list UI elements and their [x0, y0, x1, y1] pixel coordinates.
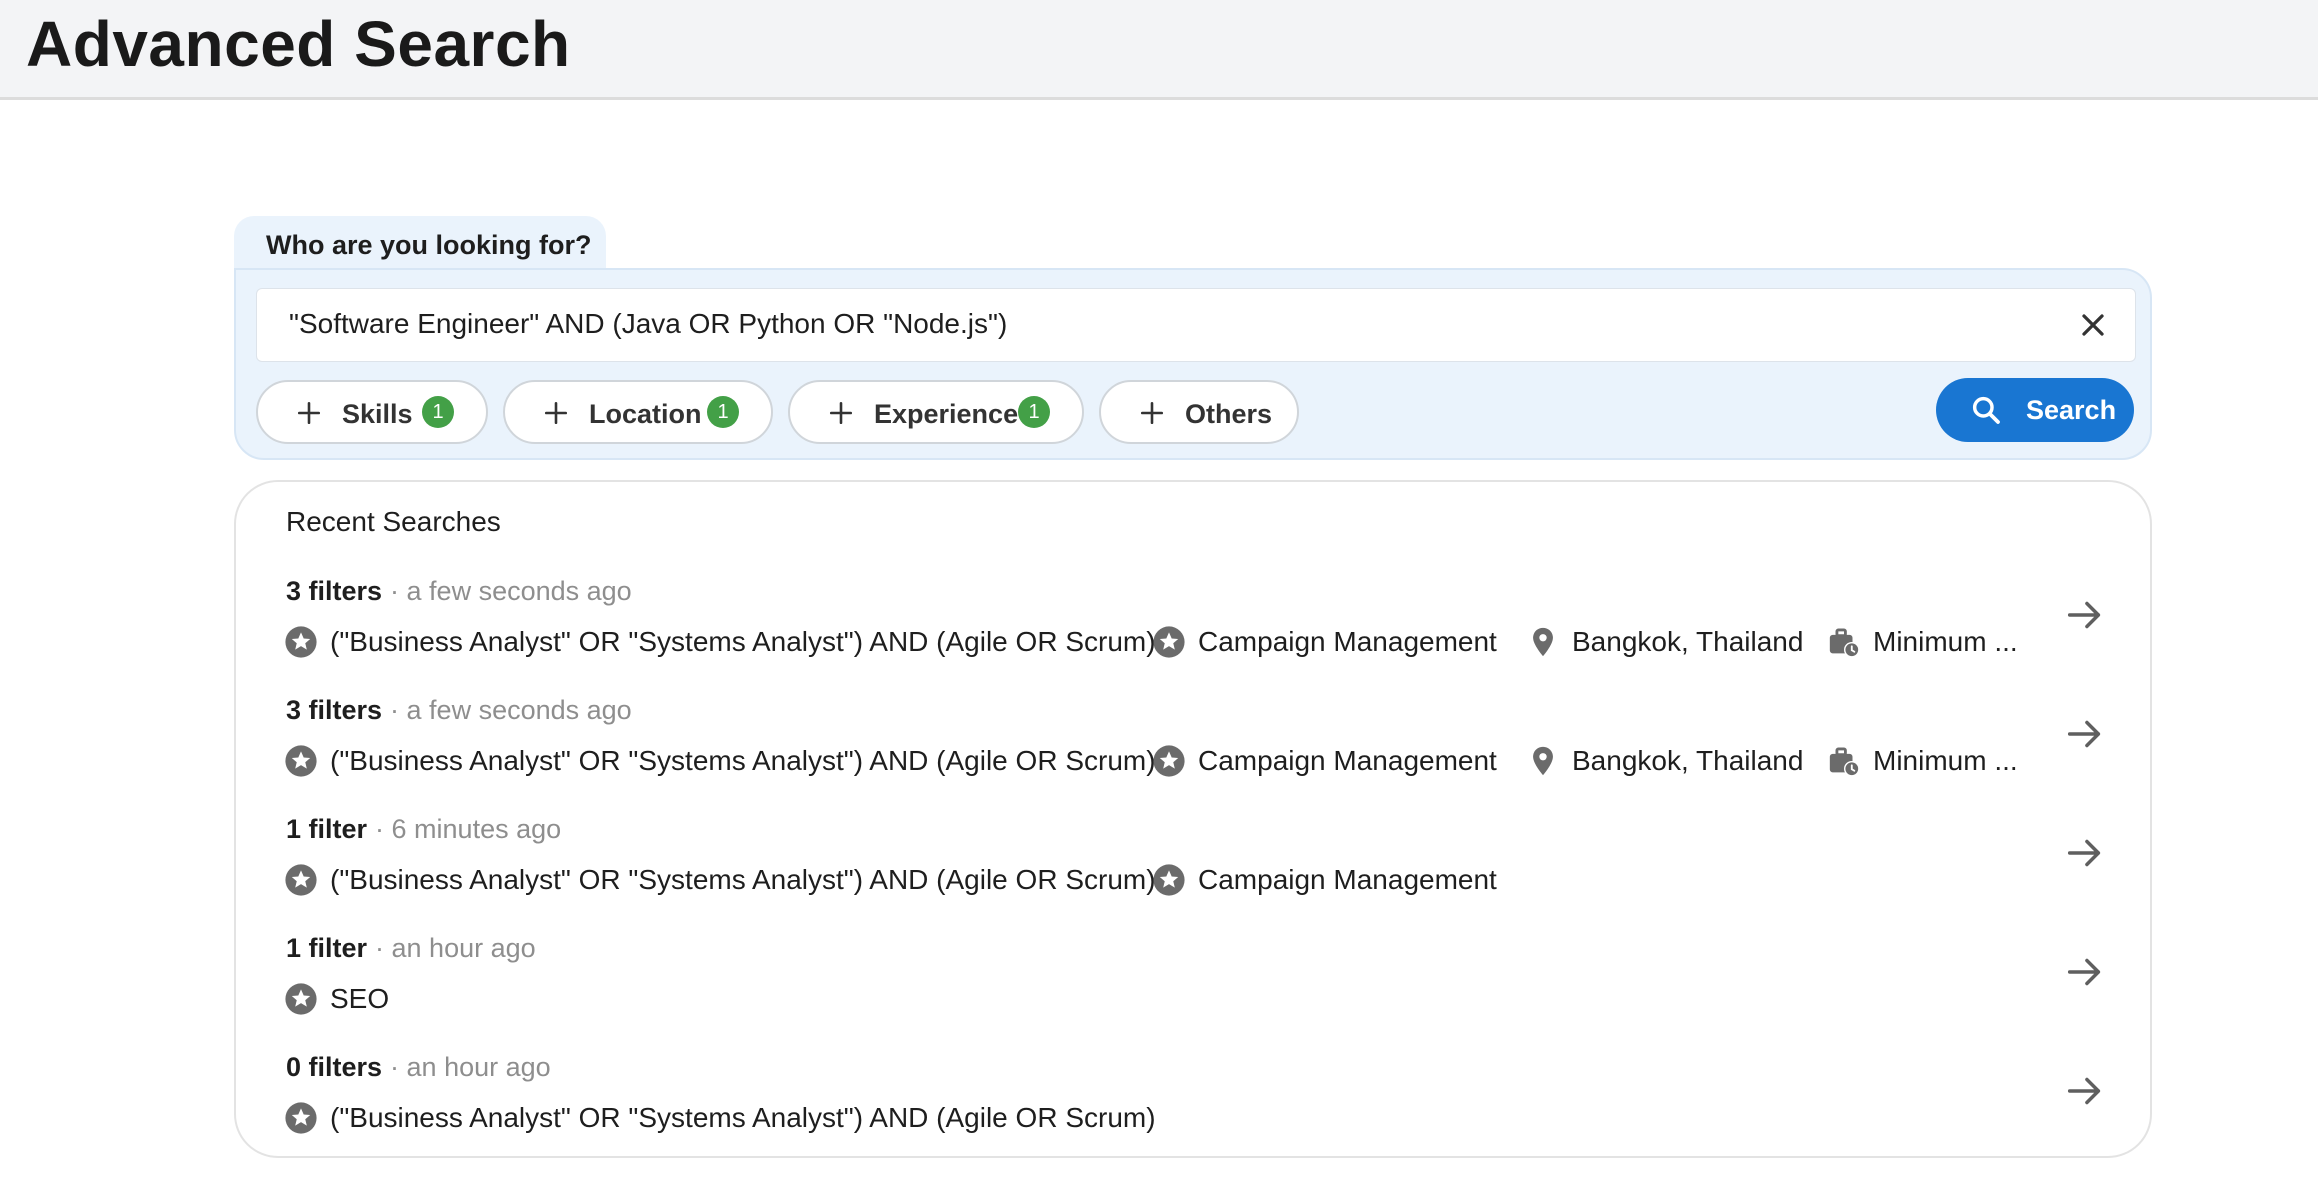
- location-pin-icon: [1533, 627, 1553, 657]
- filter-count-badge: 1: [1018, 396, 1050, 428]
- row-filter-list: ("Business Analyst" OR "Systems Analyst"…: [284, 741, 2074, 781]
- search-tab-label: Who are you looking for?: [266, 230, 592, 260]
- search-timestamp: · an hour ago: [375, 933, 536, 963]
- filter-summary-text: ("Business Analyst" OR "Systems Analyst"…: [330, 864, 1156, 895]
- chip-label: Others: [1185, 399, 1273, 429]
- filter-summary-text: Bangkok, Thailand: [1572, 626, 1804, 657]
- search-timestamp: · a few seconds ago: [390, 695, 632, 725]
- filter-summary-text: Minimum ...: [1873, 745, 2018, 776]
- search-panel: "Software Engineer" AND (Java OR Python …: [234, 268, 2152, 460]
- star-icon: [1153, 864, 1185, 896]
- location-filter-chip[interactable]: Location 1: [503, 380, 773, 444]
- filter-summary-text: Campaign Management: [1198, 864, 1497, 895]
- search-tab: Who are you looking for?: [234, 216, 606, 276]
- filter-count: 1 filter: [286, 933, 368, 963]
- search-timestamp: · an hour ago: [390, 1052, 551, 1082]
- briefcase-clock-icon: [1829, 628, 1860, 658]
- filter-summary-chip: Campaign Management: [1152, 860, 1497, 900]
- filter-summary-text: Campaign Management: [1198, 745, 1497, 776]
- filter-summary-text: ("Business Analyst" OR "Systems Analyst"…: [330, 1102, 1156, 1133]
- filter-summary-text: ("Business Analyst" OR "Systems Analyst"…: [330, 745, 1156, 776]
- row-meta: 1 filter · an hour ago: [286, 933, 536, 964]
- row-filter-list: ("Business Analyst" OR "Systems Analyst"…: [284, 860, 2074, 900]
- search-button[interactable]: Search: [1936, 378, 2134, 442]
- filter-summary-chip: ("Business Analyst" OR "Systems Analyst"…: [284, 860, 1156, 900]
- filter-summary-text: Campaign Management: [1198, 626, 1497, 657]
- star-icon: [285, 745, 317, 777]
- filter-summary-chip: ("Business Analyst" OR "Systems Analyst"…: [284, 1098, 1156, 1138]
- filter-count: 3 filters: [286, 576, 383, 606]
- filter-summary-chip: Minimum ...: [1827, 741, 2018, 781]
- search-icon: [1972, 396, 2000, 424]
- recent-searches-title: Recent Searches: [286, 506, 501, 537]
- chip-label: Location: [589, 399, 702, 429]
- search-query-input[interactable]: "Software Engineer" AND (Java OR Python …: [256, 288, 2136, 362]
- others-filter-chip[interactable]: Others: [1099, 380, 1299, 444]
- row-meta: 1 filter · 6 minutes ago: [286, 814, 561, 845]
- chip-label: Experience: [874, 399, 1019, 429]
- filter-summary-chip: ("Business Analyst" OR "Systems Analyst"…: [284, 741, 1156, 781]
- filter-summary-chip: SEO: [284, 979, 389, 1019]
- arrow-right-icon[interactable]: [2062, 711, 2108, 757]
- row-filter-list: ("Business Analyst" OR "Systems Analyst"…: [284, 622, 2074, 662]
- filter-summary-chip: Campaign Management: [1152, 622, 1497, 662]
- filter-summary-chip: Campaign Management: [1152, 741, 1497, 781]
- star-icon: [285, 626, 317, 658]
- filter-count-badge: 1: [707, 396, 739, 428]
- row-filter-list: SEO: [284, 979, 2074, 1019]
- plus-icon: [297, 401, 321, 425]
- page-title: Advanced Search: [26, 8, 571, 80]
- plus-icon: [544, 401, 568, 425]
- filter-count: 1 filter: [286, 814, 368, 844]
- filter-count: 0 filters: [286, 1052, 383, 1082]
- star-icon: [1153, 626, 1185, 658]
- star-icon: [1153, 745, 1185, 777]
- skills-filter-chip[interactable]: Skills 1: [256, 380, 488, 444]
- plus-icon: [829, 401, 853, 425]
- briefcase-clock-icon: [1829, 747, 1860, 777]
- filter-summary-chip: Bangkok, Thailand: [1526, 741, 1803, 781]
- filter-summary-text: Bangkok, Thailand: [1572, 745, 1804, 776]
- filter-summary-text: Minimum ...: [1873, 626, 2018, 657]
- filter-summary-chip: ("Business Analyst" OR "Systems Analyst"…: [284, 622, 1156, 662]
- recent-search-row[interactable]: 1 filter · 6 minutes ago ("Business Analys…: [236, 814, 2154, 933]
- location-pin-icon: [1533, 746, 1553, 776]
- arrow-right-icon[interactable]: [2062, 830, 2108, 876]
- arrow-right-icon[interactable]: [2062, 592, 2108, 638]
- star-icon: [285, 1102, 317, 1134]
- star-icon: [285, 864, 317, 896]
- plus-icon: [1140, 401, 1164, 425]
- arrow-right-icon[interactable]: [2062, 1068, 2108, 1114]
- row-meta: 0 filters · an hour ago: [286, 1052, 551, 1083]
- filter-count: 3 filters: [286, 695, 383, 725]
- row-filter-list: ("Business Analyst" OR "Systems Analyst"…: [284, 1098, 2074, 1138]
- filter-summary-text: SEO: [330, 983, 390, 1014]
- filter-summary-chip: Bangkok, Thailand: [1526, 622, 1803, 662]
- row-meta: 3 filters · a few seconds ago: [286, 576, 632, 607]
- arrow-right-icon[interactable]: [2062, 949, 2108, 995]
- recent-search-row[interactable]: 3 filters · a few seconds ago ("Business A…: [236, 695, 2154, 814]
- search-timestamp: · 6 minutes ago: [375, 814, 562, 844]
- star-icon: [285, 983, 317, 1015]
- filter-summary-text: ("Business Analyst" OR "Systems Analyst"…: [330, 626, 1156, 657]
- top-bar: Advanced Search: [0, 0, 2318, 100]
- search-timestamp: · a few seconds ago: [390, 576, 632, 606]
- search-query-text[interactable]: "Software Engineer" AND (Java OR Python …: [289, 308, 1007, 340]
- filter-summary-chip: Minimum ...: [1827, 622, 2018, 662]
- chip-label: Skills: [342, 399, 413, 429]
- experience-filter-chip[interactable]: Experience 1: [788, 380, 1084, 444]
- recent-searches-card: Recent Searches 3 filters · a few seconds…: [234, 480, 2152, 1158]
- recent-search-row[interactable]: 0 filters · an hour ago ("Business Analyst…: [236, 1052, 2154, 1171]
- recent-search-row[interactable]: 3 filters · a few seconds ago ("Business A…: [236, 576, 2154, 695]
- close-icon[interactable]: [2075, 307, 2111, 343]
- recent-search-row[interactable]: 1 filter · an hour ago SEO: [236, 933, 2154, 1052]
- filter-count-badge: 1: [422, 396, 454, 428]
- row-meta: 3 filters · a few seconds ago: [286, 695, 632, 726]
- search-button-label: Search: [2026, 395, 2117, 425]
